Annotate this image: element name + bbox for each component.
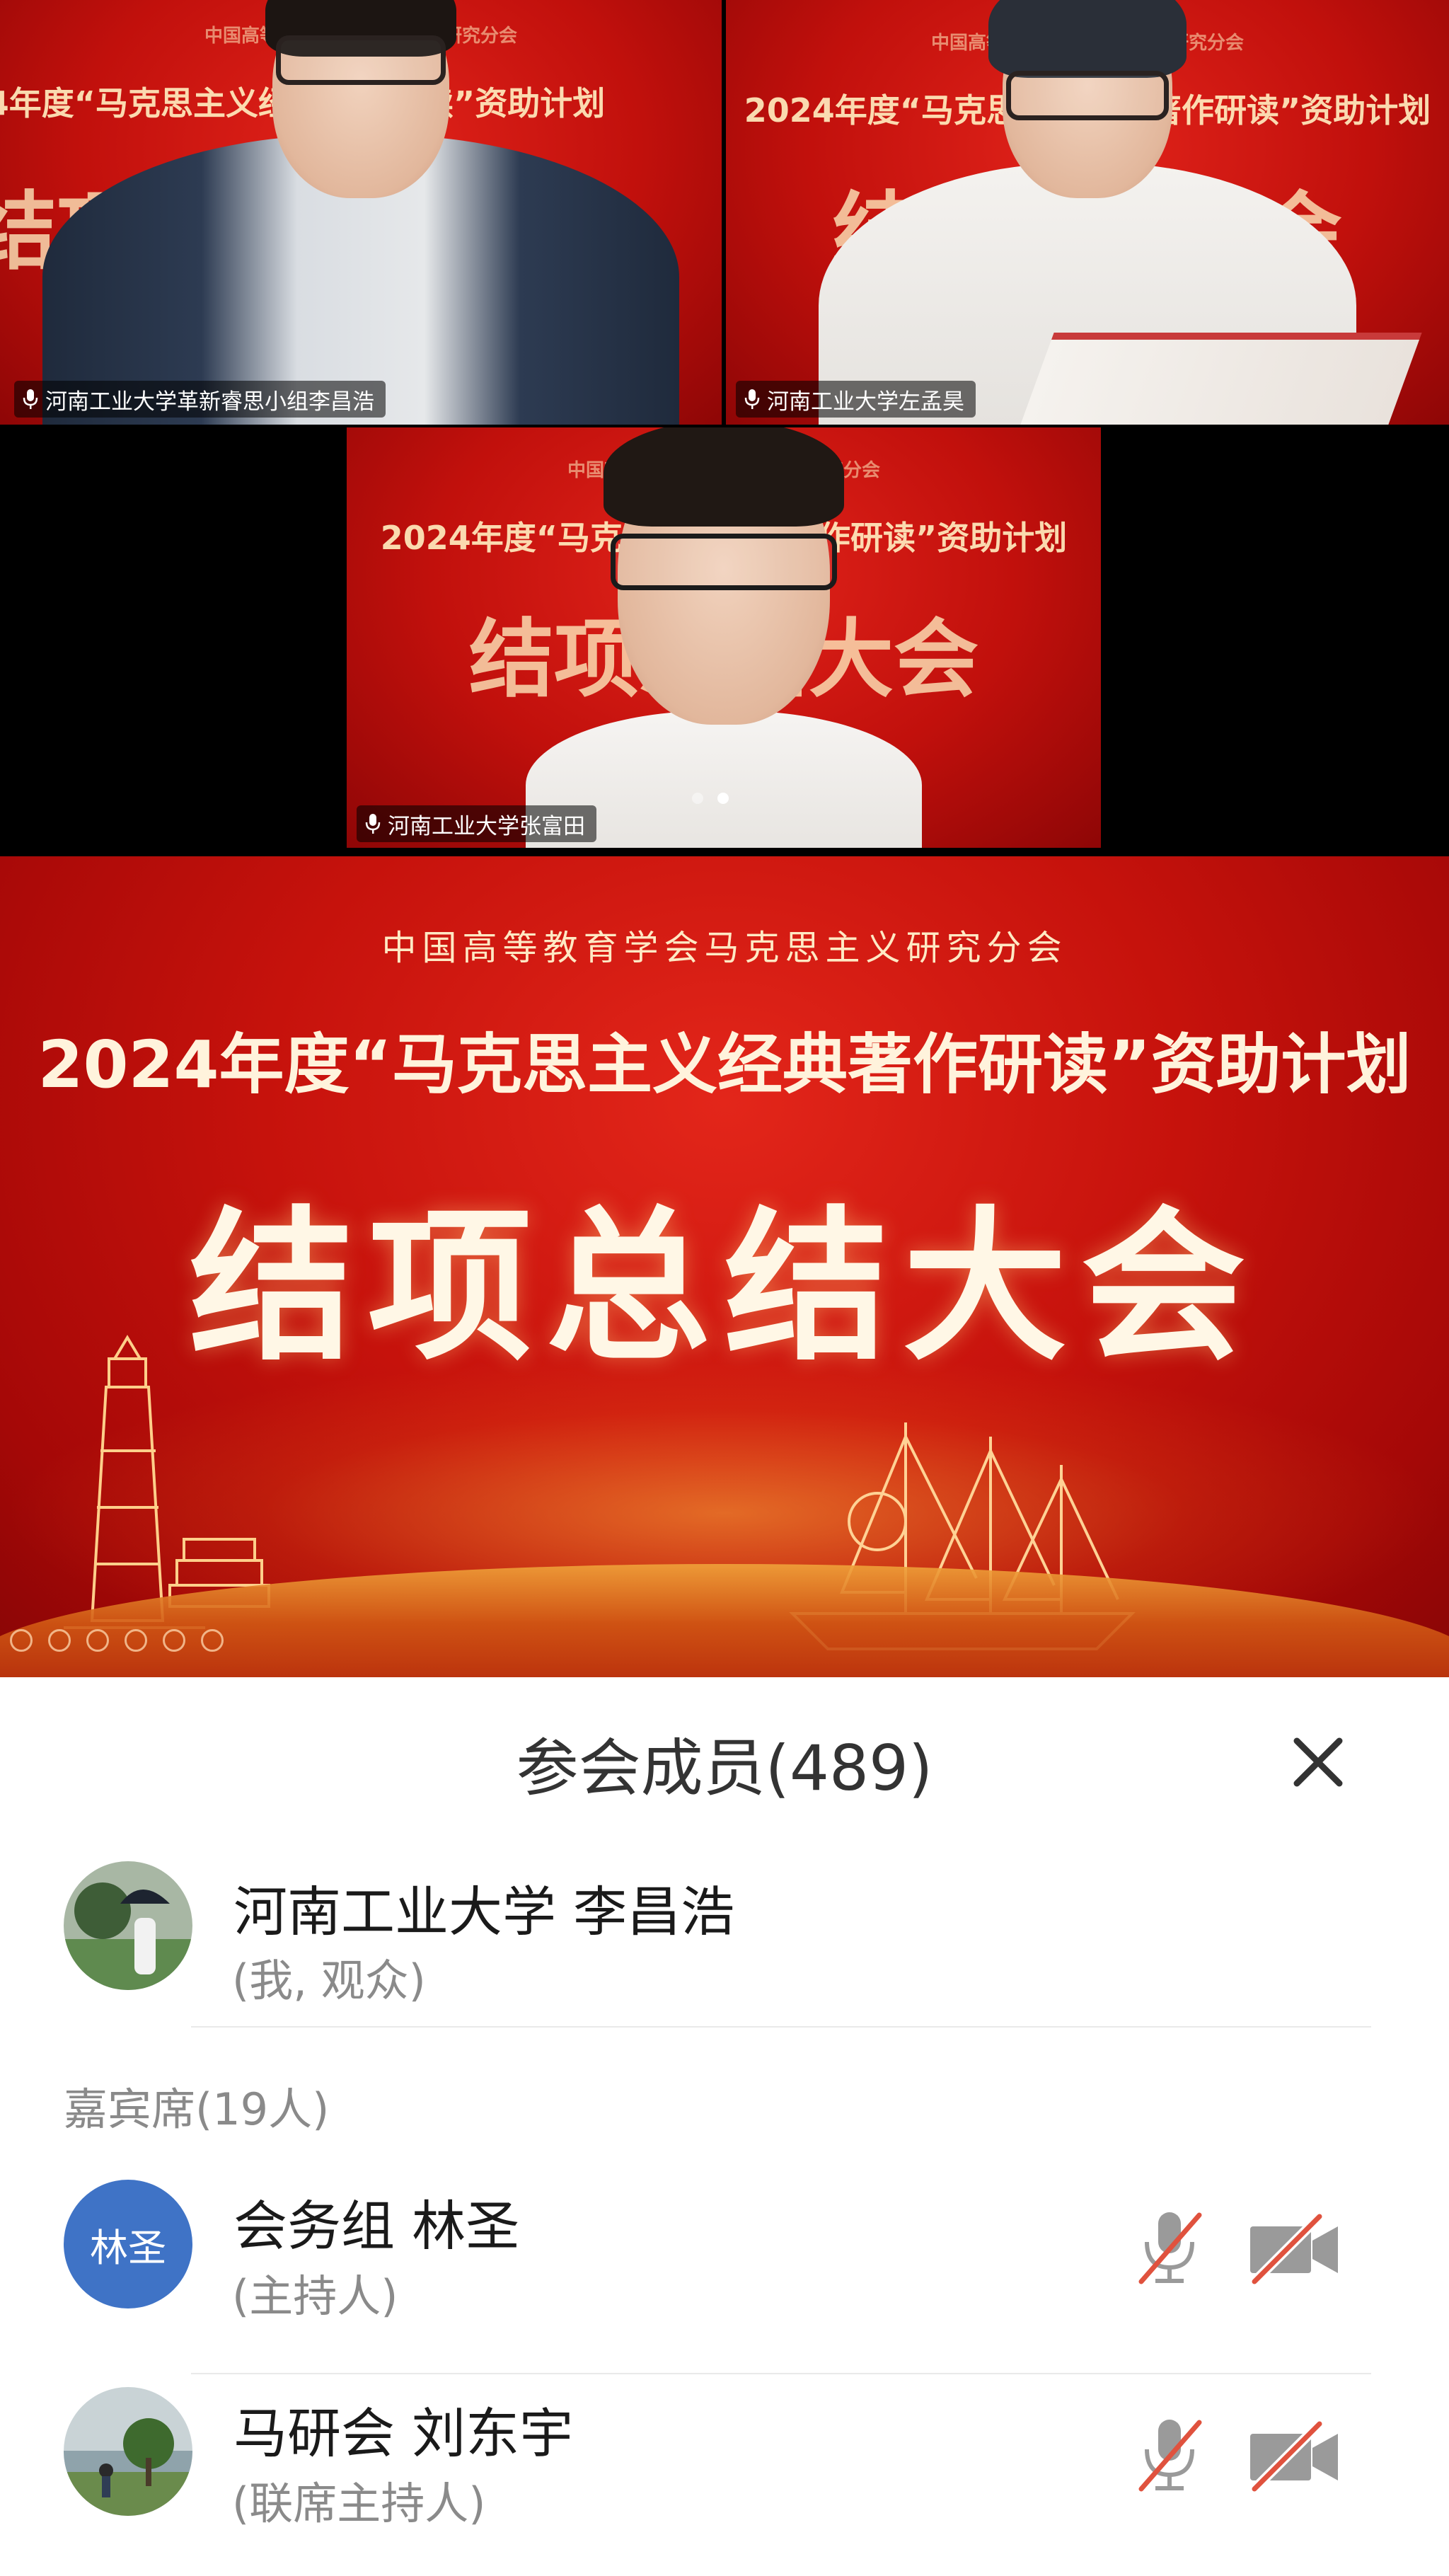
participants-panel: 参会成员(489) 河南工业大学 李昌浩 (我, 观众) 嘉宾席(19人) 林圣… xyxy=(0,1677,1449,2576)
mic-muted-icon[interactable] xyxy=(1136,2415,1203,2497)
avatar-photo xyxy=(64,1861,192,1990)
toolbar-tool-icon[interactable] xyxy=(201,1629,224,1652)
open-book xyxy=(1020,333,1422,425)
slide-title: 2024年度“马克思主义经典著作研读”资助计划 xyxy=(37,1027,1412,1103)
avatar-photo xyxy=(64,2387,192,2516)
member-name: 会务组 林圣 xyxy=(233,2195,520,2258)
participant-name-badge: 河南工业大学张富田 xyxy=(357,805,596,842)
toolbar-tool-icon[interactable] xyxy=(86,1629,109,1652)
avatar xyxy=(64,1861,192,1990)
slide-main-heading: 结项总结大会 xyxy=(189,1190,1259,1383)
member-row[interactable]: 马研会 刘东宇 (联席主持人) xyxy=(0,2387,1449,2571)
avatar xyxy=(64,2387,192,2516)
member-role: (我, 观众) xyxy=(232,1955,426,2006)
member-name: 河南工业大学 李昌浩 xyxy=(233,1880,735,1943)
member-role: (主持人) xyxy=(232,2270,398,2322)
member-row[interactable]: 林圣 会务组 林圣 (主持人) xyxy=(0,2180,1449,2364)
video-tile-1[interactable]: 中国高等教育学会马克思主义研究分会 2024年度“马克思主义经典著作研读”资助计… xyxy=(0,0,722,425)
slide-subtitle: 中国高等教育学会马克思主义研究分会 xyxy=(381,928,1068,968)
close-icon xyxy=(1293,1737,1343,1787)
page-indicator xyxy=(692,793,729,804)
toolbar-tool-icon[interactable] xyxy=(125,1629,147,1652)
shared-screen-slide[interactable]: 中国高等教育学会马克思主义研究分会 2024年度“马克思主义经典著作研读”资助计… xyxy=(0,856,1449,1677)
member-status-icons xyxy=(1136,2415,1342,2497)
toolbar-tool-icon[interactable] xyxy=(10,1629,33,1652)
participant-name: 河南工业大学张富田 xyxy=(388,813,585,839)
participant-video xyxy=(526,427,922,848)
participant-name-badge: 河南工业大学革新睿思小组李昌浩 xyxy=(14,381,386,418)
video-tile-3[interactable]: 中国高等教育学会马克思主义研究分会 2024年度“马克思主义经典著作研读”资助计… xyxy=(347,427,1101,848)
camera-off-icon[interactable] xyxy=(1246,2214,1342,2284)
participant-video xyxy=(42,0,679,425)
meeting-screen: 中国高等教育学会马克思主义研究分会 2024年度“马克思主义经典著作研读”资助计… xyxy=(0,0,1449,2576)
toolbar-tool-icon[interactable] xyxy=(163,1629,185,1652)
close-button[interactable] xyxy=(1286,1730,1350,1794)
member-status-icons xyxy=(1136,2208,1342,2290)
member-row-self[interactable]: 河南工业大学 李昌浩 (我, 观众) xyxy=(0,1861,1449,2045)
participant-name-badge: 河南工业大学左孟昊 xyxy=(736,381,976,418)
participant-name: 河南工业大学革新睿思小组李昌浩 xyxy=(45,389,374,415)
toolbar-tool-icon[interactable] xyxy=(48,1629,71,1652)
camera-off-icon[interactable] xyxy=(1246,2421,1342,2492)
microphone-icon xyxy=(23,389,38,409)
divider xyxy=(191,2373,1371,2374)
microphone-icon xyxy=(365,814,381,834)
member-role: (联席主持人) xyxy=(232,2478,486,2529)
participant-name: 河南工业大学左孟昊 xyxy=(767,389,964,415)
panel-title: 参会成员(489) xyxy=(516,1732,933,1805)
mic-muted-icon[interactable] xyxy=(1136,2208,1203,2290)
slide-annotation-toolbar[interactable] xyxy=(10,1629,224,1652)
guest-section-label: 嘉宾席(19人) xyxy=(64,2083,330,2135)
divider xyxy=(191,2026,1371,2028)
avatar: 林圣 xyxy=(64,2180,192,2308)
member-name: 马研会 刘东宇 xyxy=(233,2402,574,2465)
microphone-icon xyxy=(744,389,760,409)
video-tile-2[interactable]: 中国高等教育学会马克思主义研究分会 2024年度“马克思主义经典著作研读”资助计… xyxy=(726,0,1449,425)
